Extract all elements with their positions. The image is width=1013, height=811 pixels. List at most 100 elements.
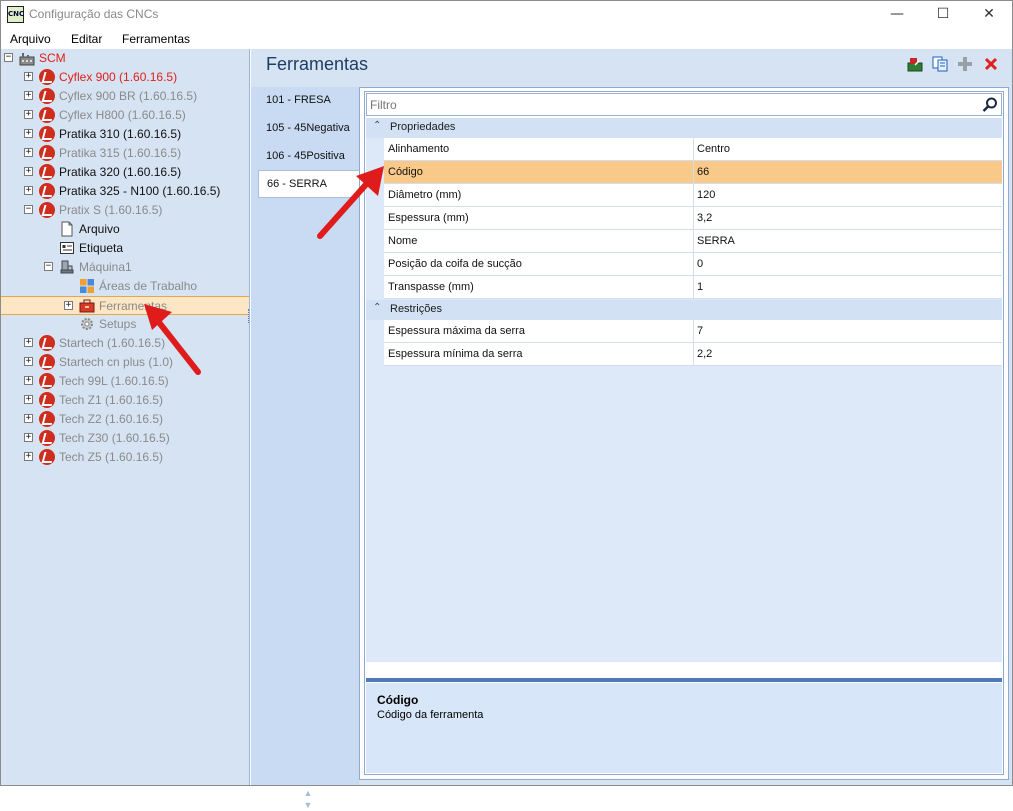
title-bar[interactable]: CNC Configuração das CNCs — ☐ ✕ [1,1,1012,29]
menu-editar[interactable]: Editar [71,32,102,46]
tab-scroll-arrows[interactable]: ▲ ▼ [303,787,313,811]
tree-item-etiqueta[interactable]: Etiqueta [1,239,249,258]
expand-icon[interactable]: + [64,301,73,310]
content-area: Ferramentas 101 - FRESA 105 - 45Negativa… [251,49,1012,810]
tree-item-cyflex-h800[interactable]: + Cyflex H800 (1.60.16.5) [1,106,249,125]
document-icon [59,221,75,237]
tool-tab-strip: 101 - FRESA 105 - 45Negativa 106 - 45Pos… [251,87,359,810]
property-row-diametro[interactable]: Diâmetro (mm) 120 [384,184,1002,207]
tree-root-scm[interactable]: − SCM [1,49,249,68]
copy-icon[interactable] [931,55,949,73]
expand-icon[interactable]: + [24,338,33,347]
expand-icon[interactable]: + [24,433,33,442]
scroll-down-icon[interactable]: ▼ [303,799,313,811]
expand-icon[interactable]: + [24,357,33,366]
description-splitter[interactable] [366,678,1002,682]
tree-item-tech-z5[interactable]: + Tech Z5 (1.60.16.5) [1,448,249,467]
expand-icon[interactable]: + [24,452,33,461]
property-row-alinhamento[interactable]: Alinhamento Centro [384,138,1002,161]
property-value[interactable]: 66 [697,166,709,178]
property-row-transpasse[interactable]: Transpasse (mm) 1 [384,276,1002,299]
expand-icon[interactable]: + [24,110,33,119]
close-button[interactable]: ✕ [966,1,1012,29]
add-icon[interactable] [956,55,974,73]
expand-icon[interactable]: + [24,148,33,157]
category-propriedades[interactable]: ⌃ Propriedades [366,118,1002,138]
property-value[interactable]: Centro [697,143,730,155]
tree-item-tech-z2[interactable]: + Tech Z2 (1.60.16.5) [1,410,249,429]
expand-icon[interactable]: + [24,91,33,100]
menu-ferramentas[interactable]: Ferramentas [122,32,190,46]
cnc-machine-icon [39,335,55,351]
chevron-up-icon[interactable]: ⌃ [373,302,381,313]
tree-item-setups[interactable]: Setups [1,315,249,334]
property-row-nome[interactable]: Nome SERRA [384,230,1002,253]
filter-input[interactable] [370,96,970,113]
maximize-button[interactable]: ☐ [920,1,966,29]
scroll-up-icon[interactable]: ▲ [303,787,313,799]
cnc-machine-icon [39,107,55,123]
collapse-icon[interactable]: − [4,53,13,62]
import-icon[interactable] [906,55,924,73]
property-value[interactable]: 120 [697,189,715,201]
tree-label: Cyflex 900 BR (1.60.16.5) [59,89,198,103]
expand-icon[interactable]: + [24,414,33,423]
tab-106-45positiva[interactable]: 106 - 45Positiva [258,143,359,170]
property-row-espessura-minima[interactable]: Espessura mínima da serra 2,2 [384,343,1002,366]
tree-item-cyflex-900[interactable]: + Cyflex 900 (1.60.16.5) [1,68,249,87]
property-row-espessura[interactable]: Espessura (mm) 3,2 [384,207,1002,230]
tree-label: Arquivo [79,222,120,236]
tab-101-fresa[interactable]: 101 - FRESA [258,87,359,114]
expand-icon[interactable]: + [24,72,33,81]
property-value[interactable]: 7 [697,325,703,337]
expand-icon[interactable]: + [24,376,33,385]
expand-icon[interactable]: + [24,129,33,138]
tree-item-tech-99l[interactable]: + Tech 99L (1.60.16.5) [1,372,249,391]
collapse-icon[interactable]: − [44,262,53,271]
cnc-machine-icon [39,354,55,370]
category-restricoes[interactable]: ⌃ Restrições [366,300,1002,320]
property-row-posicao-coifa[interactable]: Posição da coifa de sucção 0 [384,253,1002,276]
property-value[interactable]: SERRA [697,235,735,247]
tree-label: Setups [99,317,137,331]
tree-label: Tech Z1 (1.60.16.5) [59,393,164,407]
tab-66-serra[interactable]: 66 - SERRA [258,170,359,198]
menu-arquivo[interactable]: Arquivo [10,32,51,46]
tree-label: Pratika 315 (1.60.16.5) [59,146,182,160]
tree-item-pratix-s[interactable]: − Pratix S (1.60.16.5) [1,201,249,220]
tree-item-areas-de-trabalho[interactable]: Áreas de Trabalho [1,277,249,296]
cnc-machine-icon [39,411,55,427]
expand-icon[interactable]: + [24,167,33,176]
tree-item-pratika-325[interactable]: + Pratika 325 - N100 (1.60.16.5) [1,182,249,201]
delete-icon[interactable] [982,55,1000,73]
tree-item-maquina1[interactable]: − Máquina1 [1,258,249,277]
tree-item-arquivo[interactable]: Arquivo [1,220,249,239]
chevron-up-icon[interactable]: ⌃ [373,120,381,131]
cnc-machine-icon [39,88,55,104]
expand-icon[interactable]: + [24,186,33,195]
property-value[interactable]: 0 [697,258,703,270]
property-value[interactable]: 1 [697,281,703,293]
property-panel: ⌃ Propriedades Alinhamento Centro Código… [359,87,1009,780]
tree-item-startech-cn-plus[interactable]: + Startech cn plus (1.0) [1,353,249,372]
tab-105-45negativa[interactable]: 105 - 45Negativa [258,115,359,142]
search-icon[interactable] [981,96,999,114]
property-value[interactable]: 3,2 [697,212,712,224]
property-value[interactable]: 2,2 [697,348,712,360]
tree-item-pratika-310[interactable]: + Pratika 310 (1.60.16.5) [1,125,249,144]
category-label: Propriedades [390,121,456,133]
column-divider [693,230,694,253]
tree-item-cyflex-900-br[interactable]: + Cyflex 900 BR (1.60.16.5) [1,87,249,106]
tree-item-pratika-315[interactable]: + Pratika 315 (1.60.16.5) [1,144,249,163]
minimize-button[interactable]: — [874,1,920,29]
tree-item-startech[interactable]: + Startech (1.60.16.5) [1,334,249,353]
collapse-icon[interactable]: − [24,205,33,214]
machine-tree[interactable]: − SCM + Cyflex 900 (1.60.16.5) + Cyflex … [1,49,250,785]
tree-item-tech-z30[interactable]: + Tech Z30 (1.60.16.5) [1,429,249,448]
expand-icon[interactable]: + [24,395,33,404]
property-row-espessura-maxima[interactable]: Espessura máxima da serra 7 [384,320,1002,343]
tree-item-tech-z1[interactable]: + Tech Z1 (1.60.16.5) [1,391,249,410]
tree-item-ferramentas[interactable]: + Ferramentas [1,296,249,315]
tree-item-pratika-320[interactable]: + Pratika 320 (1.60.16.5) [1,163,249,182]
property-row-codigo[interactable]: Código 66 [384,161,1002,184]
